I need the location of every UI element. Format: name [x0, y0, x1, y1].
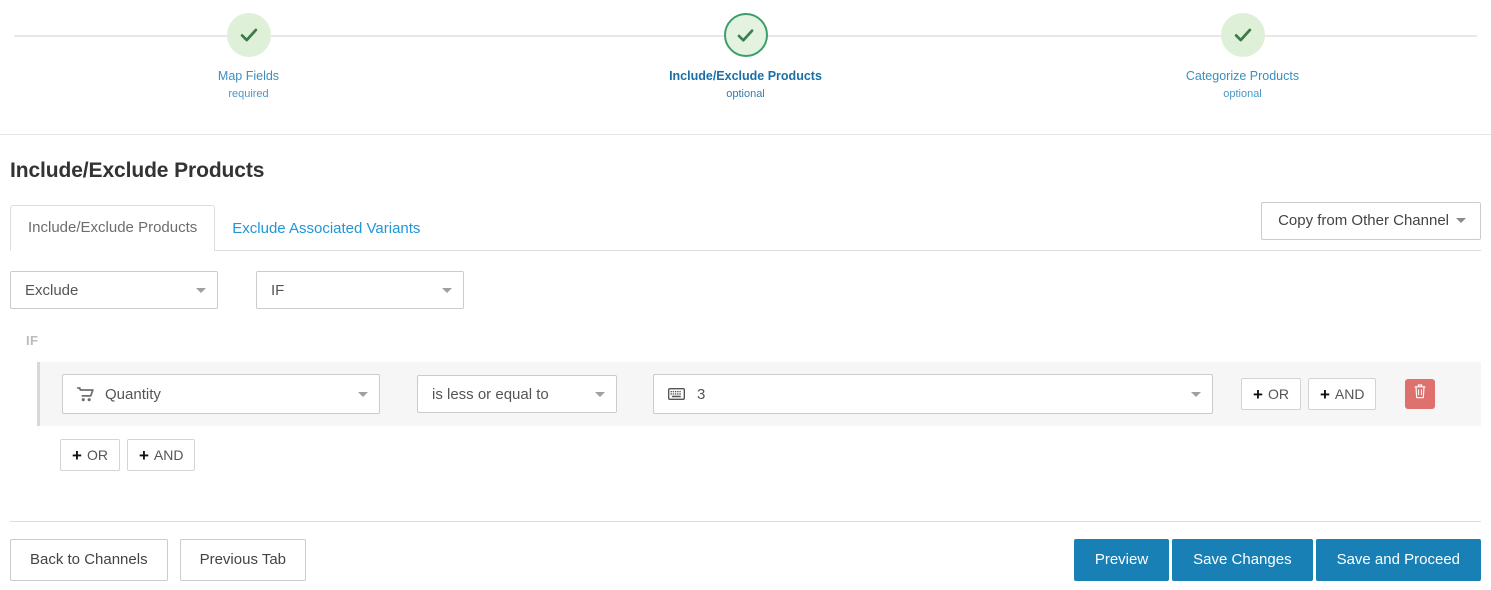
check-icon	[1232, 24, 1254, 46]
step-label: Map Fields	[218, 70, 279, 84]
group-logic-buttons: + OR + AND	[60, 439, 1481, 471]
step-sublabel: optional	[1223, 88, 1262, 100]
delete-condition-button[interactable]	[1405, 379, 1435, 409]
logic-select[interactable]: IF	[256, 271, 464, 309]
plus-icon: +	[139, 448, 149, 463]
wizard-steps: Map Fields required Include/Exclude Prod…	[0, 0, 1491, 135]
condition-field-select[interactable]: Quantity	[62, 374, 380, 414]
tab-exclude-associated-variants[interactable]: Exclude Associated Variants	[215, 207, 437, 251]
condition-group: Quantity is less or equal to	[37, 362, 1481, 426]
save-and-proceed-button[interactable]: Save and Proceed	[1316, 539, 1481, 581]
back-to-channels-button[interactable]: Back to Channels	[10, 539, 168, 581]
keyboard-icon	[668, 388, 685, 400]
logic-select-value: IF	[271, 282, 284, 299]
tab-label: Include/Exclude Products	[28, 219, 197, 236]
step-status-circle	[724, 13, 768, 57]
add-or-condition-label: OR	[1268, 385, 1289, 403]
footer-primary-actions: Preview Save Changes Save and Proceed	[1074, 539, 1481, 581]
previous-tab-button[interactable]: Previous Tab	[180, 539, 306, 581]
tab-label: Exclude Associated Variants	[232, 220, 420, 237]
step-sublabel: optional	[726, 88, 765, 100]
step-status-circle	[1221, 13, 1265, 57]
copy-from-other-channel-dropdown[interactable]: Copy from Other Channel	[1261, 202, 1481, 240]
check-icon	[238, 24, 260, 46]
footer-actions: Back to Channels Previous Tab Preview Sa…	[10, 521, 1481, 581]
chevron-down-icon	[1456, 218, 1466, 223]
condition-value-input[interactable]: 3	[653, 374, 1213, 414]
add-and-condition-button[interactable]: + AND	[1308, 378, 1377, 410]
if-group-label: IF	[26, 333, 1481, 348]
chevron-down-icon	[442, 288, 452, 293]
shopping-cart-icon	[77, 387, 94, 402]
step-sublabel: required	[228, 88, 268, 100]
tab-bar: Include/Exclude Products Exclude Associa…	[10, 205, 1481, 251]
add-and-group-label: AND	[154, 446, 184, 464]
chevron-down-icon	[1191, 392, 1201, 397]
action-select-value: Exclude	[25, 282, 78, 299]
preview-button[interactable]: Preview	[1074, 539, 1169, 581]
rule-builder: Exclude IF IF Quantity is less or equal …	[0, 251, 1491, 471]
wizard-step-include-exclude-products[interactable]: Include/Exclude Products optional	[497, 0, 994, 134]
trash-icon	[1413, 384, 1427, 404]
page-title: Include/Exclude Products	[10, 159, 1481, 183]
add-and-condition-label: AND	[1335, 385, 1365, 403]
wizard-step-categorize-products[interactable]: Categorize Products optional	[994, 0, 1491, 134]
condition-field-value: Quantity	[105, 386, 161, 403]
tab-include-exclude-products[interactable]: Include/Exclude Products	[10, 205, 215, 251]
chevron-down-icon	[595, 392, 605, 397]
condition-logic-buttons: + OR + AND	[1241, 378, 1376, 410]
step-label: Include/Exclude Products	[669, 70, 822, 84]
step-status-circle	[227, 13, 271, 57]
add-or-condition-button[interactable]: + OR	[1241, 378, 1301, 410]
condition-operator-select[interactable]: is less or equal to	[417, 375, 617, 413]
add-and-group-button[interactable]: + AND	[127, 439, 196, 471]
check-icon	[735, 25, 756, 46]
plus-icon: +	[1253, 387, 1263, 402]
plus-icon: +	[1320, 387, 1330, 402]
copy-from-other-channel-label: Copy from Other Channel	[1278, 212, 1449, 229]
plus-icon: +	[72, 448, 82, 463]
save-changes-button[interactable]: Save Changes	[1172, 539, 1312, 581]
chevron-down-icon	[358, 392, 368, 397]
add-or-group-button[interactable]: + OR	[60, 439, 120, 471]
condition-operator-value: is less or equal to	[432, 386, 549, 403]
add-or-group-label: OR	[87, 446, 108, 464]
step-label: Categorize Products	[1186, 70, 1299, 84]
page-title-section: Include/Exclude Products	[0, 135, 1491, 205]
wizard-step-map-fields[interactable]: Map Fields required	[0, 0, 497, 134]
rule-header-selects: Exclude IF	[10, 271, 1481, 309]
condition-value-text: 3	[697, 386, 705, 403]
chevron-down-icon	[196, 288, 206, 293]
action-select[interactable]: Exclude	[10, 271, 218, 309]
